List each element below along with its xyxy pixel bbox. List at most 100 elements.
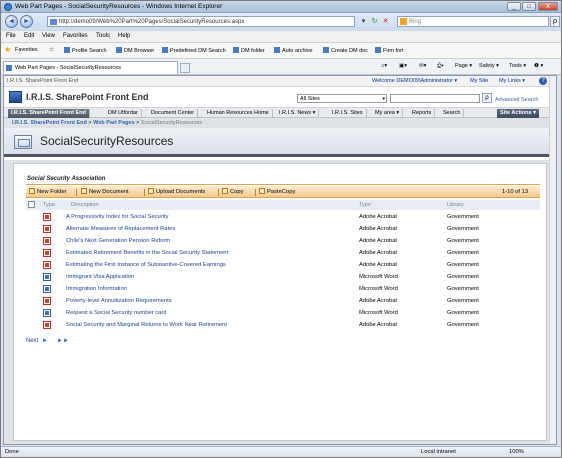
fav-link-predefined-dm-search[interactable]: Predefined DM Search xyxy=(162,47,226,54)
row-description[interactable]: Alternate Measures of Replacement Rates xyxy=(66,223,175,235)
fav-link-firm-fort[interactable]: Firm fort xyxy=(375,47,403,54)
bing-icon xyxy=(400,18,407,25)
search-input[interactable]: Bing xyxy=(397,16,549,27)
feeds-icon[interactable]: ▣▾ xyxy=(399,63,407,69)
menu-help[interactable]: Help xyxy=(118,33,130,39)
refresh-icon[interactable]: ↻ xyxy=(370,17,379,26)
col-description[interactable]: Description xyxy=(71,200,99,210)
pager: Next ► ►► xyxy=(26,338,69,344)
menu-favorites[interactable]: Favorites xyxy=(63,33,88,39)
url-input[interactable]: http://demo09/Web%20Part%20Pages/SocialS… xyxy=(47,16,355,27)
close-button[interactable]: X xyxy=(538,2,558,11)
site-actions-menu[interactable]: Site Actions ▾ xyxy=(497,109,539,118)
upload-button[interactable]: Upload Documents xyxy=(148,186,205,198)
table-row[interactable]: Poverty-level Annuitization Requirements… xyxy=(26,295,540,307)
help-menu[interactable]: ❶ ▾ xyxy=(534,63,543,69)
divider xyxy=(76,189,77,196)
fav-link-profile-search[interactable]: Profile Search xyxy=(64,47,107,54)
vertical-scrollbar[interactable] xyxy=(549,76,556,444)
search-scope-select[interactable]: All Sites ▾ xyxy=(297,94,387,103)
dropdown-icon[interactable]: ▾ xyxy=(359,17,368,26)
page-menu[interactable]: Page ▾ xyxy=(455,63,472,69)
my-site-link[interactable]: My Site xyxy=(470,78,488,84)
tools-menu[interactable]: Tools ▾ xyxy=(509,63,526,69)
zone-text: Local intranet xyxy=(421,449,456,455)
row-description[interactable]: A Progressivity Index for Social Securit… xyxy=(66,211,168,223)
nav-item-document-center[interactable]: Document Center xyxy=(148,109,199,118)
print-icon[interactable]: ⎙▾ xyxy=(437,63,444,70)
table-row[interactable]: Request a Social Security number card Mi… xyxy=(26,307,540,319)
my-links-menu[interactable]: My Links ▾ xyxy=(499,78,525,84)
mail-icon[interactable]: ✉▾ xyxy=(419,63,426,69)
new-document-button[interactable]: New Document xyxy=(81,186,129,198)
nav-item-sites[interactable]: I.R.I.S. Sites xyxy=(329,109,367,118)
col-doctype[interactable]: Type xyxy=(359,200,371,210)
tab-active[interactable]: Web Part Pages - SocialSecurityResources xyxy=(3,61,178,74)
table-row[interactable]: Estimating the First Instance of Substan… xyxy=(26,259,540,271)
back-button[interactable]: ◄ xyxy=(5,15,18,28)
row-description[interactable]: Request a Social Security number card xyxy=(66,307,167,319)
breadcrumb-root[interactable]: I.R.I.S. SharePoint Front End xyxy=(12,120,87,126)
table-row[interactable]: Chile's Next Generation Pension Reform A… xyxy=(26,235,540,247)
col-library[interactable]: Library xyxy=(447,200,464,210)
row-description[interactable]: Estimated Retirement Benefits in the Soc… xyxy=(66,247,228,259)
nav-item-reports[interactable]: Reports xyxy=(409,109,436,118)
table-row[interactable]: Immigrant Visa Application Microsoft Wor… xyxy=(26,271,540,283)
row-description[interactable]: Immigrant Visa Application xyxy=(66,271,134,283)
row-description[interactable]: Poverty-level Annuitization Requirements xyxy=(66,295,172,307)
favorites-button[interactable]: Favorites xyxy=(15,47,38,53)
row-description[interactable]: Chile's Next Generation Pension Reform xyxy=(66,235,170,247)
row-description[interactable]: Estimating the First Instance of Substan… xyxy=(66,259,226,271)
forward-button[interactable]: ► xyxy=(20,15,33,28)
safety-menu[interactable]: Safety ▾ xyxy=(479,63,499,69)
table-row[interactable]: A Progressivity Index for Social Securit… xyxy=(26,211,540,223)
menu-file[interactable]: File xyxy=(6,33,16,39)
fav-link-dm-browser[interactable]: DM Browser xyxy=(116,47,154,54)
add-favorite-icon[interactable]: ☆ xyxy=(49,47,54,53)
nav-item-home[interactable]: I.R.I.S. SharePoint Front End xyxy=(8,109,90,118)
window-title: Web Part Pages - SocialSecurityResources… xyxy=(15,3,223,10)
nav-item-dm[interactable]: DM Utfordar xyxy=(105,109,142,118)
nav-item-hr-home[interactable]: Human Resources Home xyxy=(204,109,273,118)
last-page-icon[interactable]: ►► xyxy=(57,338,69,344)
col-type[interactable]: Type xyxy=(43,200,55,210)
nav-item-my-area[interactable]: My area ▾ xyxy=(372,109,404,118)
site-title[interactable]: I.R.I.S. SharePoint Front End xyxy=(26,92,149,102)
table-row[interactable]: Immigration Information Microsoft Word G… xyxy=(26,283,540,295)
sp-site-link[interactable]: I.R.I.S. SharePoint Front End xyxy=(7,78,78,84)
advanced-search-link[interactable]: Advanced Search xyxy=(495,97,538,103)
maximize-button[interactable]: □ xyxy=(522,2,536,11)
menu-edit[interactable]: Edit xyxy=(24,33,34,39)
fav-link-auto-archive[interactable]: Auto archive xyxy=(274,47,313,54)
help-icon[interactable]: ? xyxy=(539,77,547,85)
sp-search-input[interactable] xyxy=(390,94,480,103)
table-row[interactable]: Estimated Retirement Benefits in the Soc… xyxy=(26,247,540,259)
fav-link-dm-folder[interactable]: DM folder xyxy=(233,47,265,54)
nav-item-news[interactable]: I.R.I.S. News ▾ xyxy=(276,109,320,118)
table-row[interactable]: Alternate Measures of Replacement Rates … xyxy=(26,223,540,235)
next-link[interactable]: Next xyxy=(26,338,38,344)
breadcrumb-parent[interactable]: Web Part Pages xyxy=(93,120,134,126)
nav-item-search[interactable]: Search xyxy=(440,109,465,118)
row-description[interactable]: Immigration Information xyxy=(66,283,127,295)
new-tab-button[interactable] xyxy=(180,63,190,73)
paste-button[interactable]: PasteCopy xyxy=(259,186,295,198)
search-button[interactable]: ρ xyxy=(550,16,560,27)
user-menu[interactable]: Welcome DEMO09\Administrator ▾ xyxy=(372,78,457,84)
row-description[interactable]: Social Security and Marginal Returns to … xyxy=(66,319,227,331)
top-nav: I.R.I.S. SharePoint Front End DM Utforda… xyxy=(4,107,556,118)
new-folder-button[interactable]: New Folder xyxy=(29,186,67,198)
row-type: Microsoft Word xyxy=(359,310,398,316)
zoom-level[interactable]: 100% xyxy=(509,449,524,455)
menu-view[interactable]: View xyxy=(42,33,55,39)
select-all-checkbox[interactable] xyxy=(28,201,35,208)
search-go-icon[interactable]: ρ xyxy=(482,93,492,103)
menu-tools[interactable]: Tools xyxy=(96,33,110,39)
home-icon[interactable]: ⌂▾ xyxy=(381,63,387,69)
stop-icon[interactable]: ✕ xyxy=(381,17,390,26)
fav-link-create-dm-doc[interactable]: Create DM doc xyxy=(323,47,368,54)
next-arrow-icon[interactable]: ► xyxy=(42,338,48,344)
copy-button[interactable]: Copy xyxy=(222,186,244,198)
table-row[interactable]: Social Security and Marginal Returns to … xyxy=(26,319,540,331)
minimize-button[interactable]: _ xyxy=(507,2,521,11)
